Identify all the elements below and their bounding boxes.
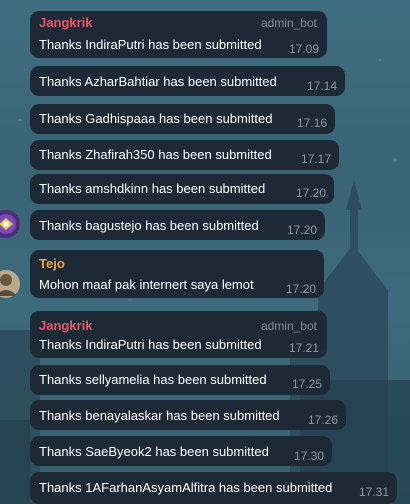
message-time: 17.26 [307,413,338,427]
message-bubble: Thanks benayalaskar has been submitted 1… [30,400,346,430]
message-time: 17.09 [288,42,319,56]
message-time: 17.14 [306,79,337,93]
message-sender[interactable]: Tejo [39,256,65,271]
message-bubble: Thanks bagustejo has been submitted 17.2… [30,210,325,240]
message-time: 17.21 [288,341,319,355]
message-text: Thanks Zhafirah350 has been submitted [39,147,272,162]
message-text: Thanks 1AFarhanAsyamAlfitra has been sub… [39,480,333,495]
message-bubble: Tejo Mohon maaf pak internert saya lemot… [30,250,324,298]
message-text: Thanks benayalaskar has been submitted [39,408,280,423]
sender-role-tag: admin_bot [260,319,317,333]
message-text: Thanks SaeByeok2 has been submitted [39,444,269,459]
message-bubble: Jangkrik admin_bot Thanks IndiraPutri ha… [30,11,327,58]
message-time: 17.20 [295,186,326,200]
message-text: Thanks AzharBahtiar has been submitted [39,74,277,89]
message-bubble: Thanks amshdkinn has been submitted 17.2… [30,174,334,204]
message-bubble: Thanks Gadhispaaa has been submitted 17.… [30,104,335,134]
sender-role-tag: admin_bot [260,16,317,30]
message-sender[interactable]: Jangkrik [39,15,92,30]
message-time: 17.17 [300,152,331,166]
message-bubble: Thanks AzharBahtiar has been submitted 1… [30,66,345,96]
message-time: 17.20 [285,282,316,296]
bot-avatar-icon[interactable] [0,209,20,239]
message-time: 17.20 [286,223,317,237]
message-text: Mohon maaf pak internert saya lemot [39,277,254,292]
message-bubble: Thanks Zhafirah350 has been submitted 17… [30,140,339,170]
message-text: Thanks Gadhispaaa has been submitted [39,111,273,126]
message-sender[interactable]: Jangkrik [39,318,92,333]
message-bubble: Thanks sellyamelia has been submitted 17… [30,365,330,395]
message-bubble: Thanks 1AFarhanAsyamAlfitra has been sub… [30,472,397,504]
message-text: Thanks amshdkinn has been submitted [39,181,266,196]
message-text: Thanks sellyamelia has been submitted [39,372,267,387]
tejo-avatar-icon[interactable] [0,268,20,300]
message-time: 17.16 [296,116,327,130]
message-bubble: Jangkrik admin_bot Thanks IndiraPutri ha… [30,311,327,358]
message-bubble: Thanks SaeByeok2 has been submitted 17.3… [30,436,332,466]
message-text: Thanks bagustejo has been submitted [39,218,259,233]
message-time: 17.30 [293,449,324,463]
message-text: Thanks IndiraPutri has been submitted [39,37,262,52]
message-time: 17.31 [358,485,389,499]
message-time: 17.25 [291,377,322,391]
message-text: Thanks IndiraPutri has been submitted [39,337,262,352]
